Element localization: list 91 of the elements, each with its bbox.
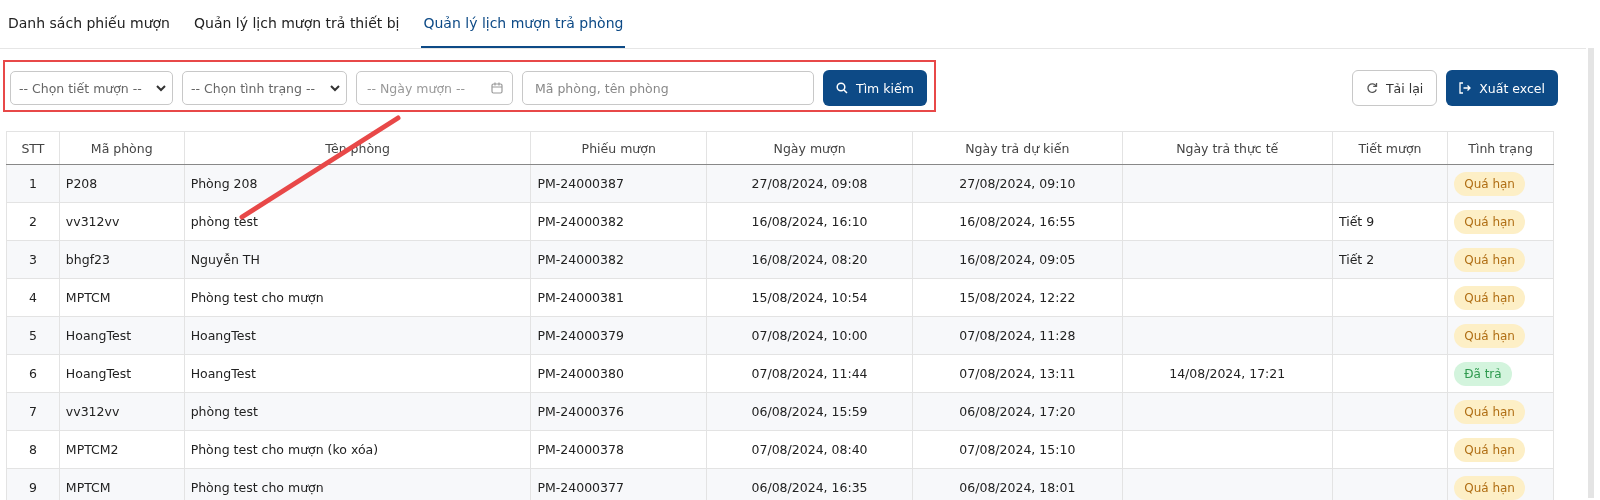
caret-icon <box>156 84 166 92</box>
table-cell: vv312vv <box>65 214 120 229</box>
status-badge: Quá hạn <box>1454 437 1525 462</box>
table-cell: Tiết 9 <box>1338 214 1375 229</box>
table-cell: PM-24000380 <box>537 366 624 381</box>
table-cell: Nguyễn TH <box>190 252 260 267</box>
table-cell: vv312vv <box>65 404 120 419</box>
table-cell: HoangTest <box>65 366 132 381</box>
table-cell: 27/08/2024, 09:10 <box>959 176 1076 191</box>
column-header: Ngày mượn <box>706 131 913 165</box>
status-badge: Quá hạn <box>1454 323 1525 348</box>
table-cell: 07/08/2024, 10:00 <box>751 328 868 343</box>
caret-icon <box>330 84 340 92</box>
table-cell: 3 <box>28 252 37 267</box>
table-cell: bhgf23 <box>65 252 110 267</box>
status-badge: Quá hạn <box>1454 209 1525 234</box>
table-cell: Phòng test cho mượn (ko xóa) <box>190 442 379 457</box>
table-cell: 9 <box>28 480 37 495</box>
refresh-icon <box>1365 82 1378 94</box>
table-cell: MPTCM <box>65 290 111 305</box>
table-cell: 16/08/2024, 16:10 <box>751 214 868 229</box>
table-cell: 07/08/2024, 11:44 <box>751 366 868 381</box>
table-cell: 06/08/2024, 17:20 <box>959 404 1076 419</box>
reload-button[interactable]: Tải lại <box>1351 70 1438 106</box>
table-cell: Phòng test cho mượn <box>190 290 324 305</box>
search-icon <box>836 82 848 94</box>
table-cell: PM-24000381 <box>537 290 624 305</box>
table-cell: 07/08/2024, 13:11 <box>959 366 1076 381</box>
table-cell: PM-24000377 <box>537 480 624 495</box>
table-cell: PM-24000382 <box>537 214 624 229</box>
tab[interactable]: Danh sách phiếu mượn <box>6 0 172 48</box>
table-cell: 6 <box>28 366 37 381</box>
search-field[interactable]: Mã phòng, tên phòng <box>522 71 814 105</box>
period-select[interactable]: -- Chọn tiết mượn -- <box>10 71 173 105</box>
table-cell: MPTCM <box>65 480 111 495</box>
table-cell: PM-24000378 <box>537 442 624 457</box>
table-cell: 16/08/2024, 08:20 <box>751 252 868 267</box>
table-cell: P208 <box>65 176 98 191</box>
table-cell: 06/08/2024, 16:35 <box>751 480 868 495</box>
table-cell: 15/08/2024, 12:22 <box>959 290 1076 305</box>
status-badge: Quá hạn <box>1454 171 1525 196</box>
tab[interactable]: Quản lý lịch mượn trả thiết bị <box>192 0 402 48</box>
export-icon <box>1459 82 1472 94</box>
column-header: Tình trạng <box>1447 131 1554 165</box>
table-cell: PM-24000382 <box>537 252 624 267</box>
table-cell: Phòng 208 <box>190 176 258 191</box>
tab[interactable]: Quản lý lịch mượn trả phòng <box>421 0 626 48</box>
table-cell: phòng test <box>190 404 258 419</box>
table-cell: 14/08/2024, 17:21 <box>1169 366 1286 381</box>
table-cell: 06/08/2024, 15:59 <box>751 404 868 419</box>
column-header: STT <box>6 131 60 165</box>
table-cell: 2 <box>28 214 37 229</box>
status-badge: Đã trả <box>1454 361 1512 386</box>
table-cell: MPTCM2 <box>65 442 119 457</box>
calendar-icon <box>491 82 503 94</box>
table-cell: Phòng test cho mượn <box>190 480 324 495</box>
table-cell: 16/08/2024, 16:55 <box>959 214 1076 229</box>
status-badge: Quá hạn <box>1454 285 1525 310</box>
status-select[interactable]: -- Chọn tình trạng -- <box>182 71 347 105</box>
column-header: Tiết mượn <box>1332 131 1448 165</box>
table-cell: Tiết 2 <box>1338 252 1375 267</box>
table-cell: PM-24000387 <box>537 176 624 191</box>
table-cell: 5 <box>28 328 37 343</box>
table-cell: 27/08/2024, 09:08 <box>751 176 868 191</box>
table-cell: 7 <box>28 404 37 419</box>
scrollbar[interactable] <box>1588 48 1594 498</box>
table-cell: 8 <box>28 442 37 457</box>
search-button[interactable]: Tìm kiếm <box>823 70 927 106</box>
table-cell: 07/08/2024, 11:28 <box>959 328 1076 343</box>
table-cell: PM-24000379 <box>537 328 624 343</box>
export-button[interactable]: Xuất excel <box>1446 70 1558 106</box>
column-header: Ngày trả thực tế <box>1122 131 1333 165</box>
table-cell: 15/08/2024, 10:54 <box>751 290 868 305</box>
table-cell: 16/08/2024, 09:05 <box>959 252 1076 267</box>
date-field[interactable]: -- Ngày mượn -- <box>356 71 513 105</box>
status-badge: Quá hạn <box>1454 247 1525 272</box>
table-cell: PM-24000376 <box>537 404 624 419</box>
table-cell: 07/08/2024, 15:10 <box>959 442 1076 457</box>
column-header: Mã phòng <box>59 131 185 165</box>
table-cell: HoangTest <box>190 328 256 343</box>
column-header: Phiếu mượn <box>530 131 707 165</box>
status-badge: Quá hạn <box>1454 399 1525 424</box>
table-cell: 07/08/2024, 08:40 <box>751 442 868 457</box>
table-cell: 4 <box>28 290 37 305</box>
table-cell: 1 <box>28 176 37 191</box>
table-cell: 06/08/2024, 18:01 <box>959 480 1076 495</box>
status-badge: Quá hạn <box>1454 475 1525 500</box>
table-cell: HoangTest <box>190 366 256 381</box>
table-cell: phòng test <box>190 214 258 229</box>
table-cell: HoangTest <box>65 328 132 343</box>
column-header: Ngày trả dự kiến <box>912 131 1122 165</box>
